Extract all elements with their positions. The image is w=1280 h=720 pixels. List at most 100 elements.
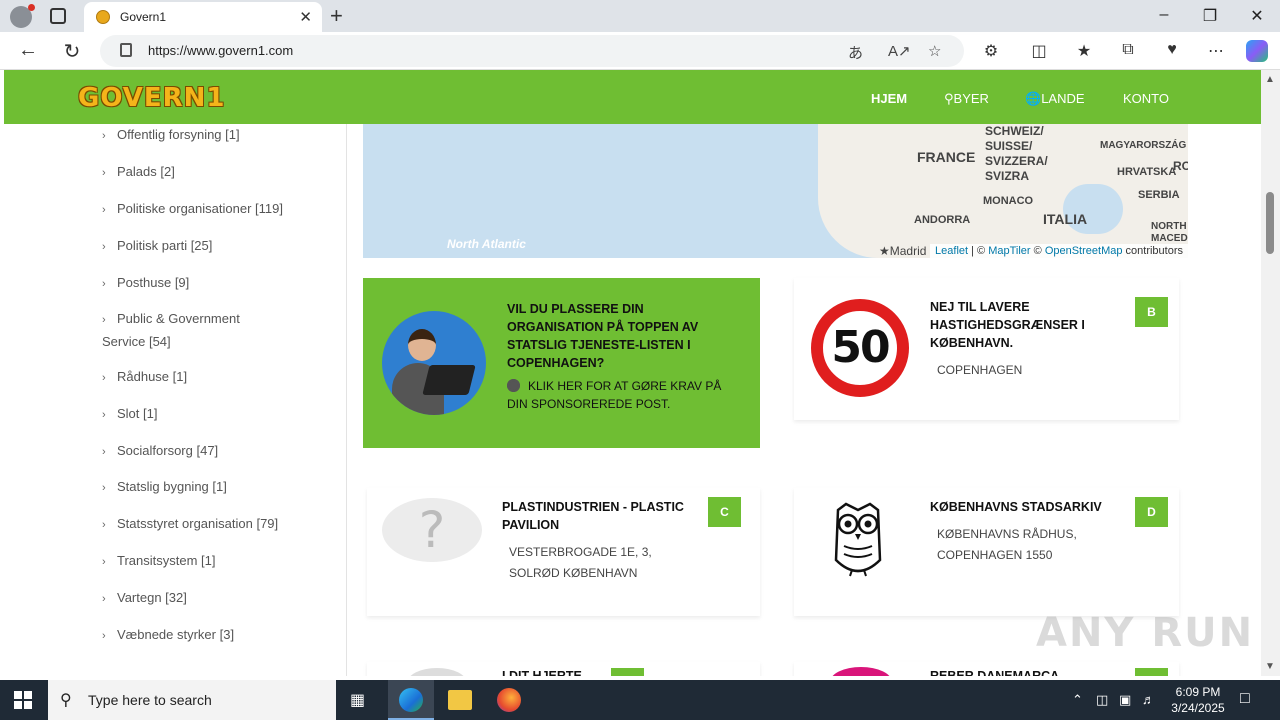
taskbar-clock[interactable]: 6:09 PM 3/24/2025 bbox=[1162, 684, 1234, 716]
listing-title[interactable]: PLASTINDUSTRIEN - PLASTIC PAVILION bbox=[502, 498, 692, 534]
map-label: SERBIA bbox=[1138, 189, 1180, 201]
collections-icon[interactable]: ⧉ bbox=[1116, 41, 1140, 59]
page-scrollbar[interactable]: ▲ ▼ bbox=[1261, 70, 1280, 676]
favorite-star-icon[interactable]: ☆ bbox=[928, 42, 941, 60]
notifications-icon[interactable]: □ bbox=[1240, 690, 1250, 708]
category-item[interactable]: › Politisk parti [25] bbox=[102, 235, 312, 258]
category-sidebar: › Offentlig forsyning [1] › Palads [2] › Po… bbox=[4, 124, 347, 676]
file-explorer-icon[interactable] bbox=[448, 690, 472, 710]
placeholder-image: ? bbox=[382, 498, 482, 562]
url-text[interactable]: https://www.govern1.com bbox=[148, 43, 293, 58]
scroll-up-icon[interactable]: ▲ bbox=[1265, 74, 1275, 85]
site-favicon-icon bbox=[96, 10, 110, 24]
category-item[interactable]: › Slot [1] bbox=[102, 403, 312, 426]
extensions-icon[interactable]: ⚙ bbox=[979, 41, 1003, 61]
promo-claim-link[interactable]: KLIK HER FOR AT GØRE KRAV PÅ DIN SPONSOR… bbox=[507, 377, 727, 413]
listing-title[interactable]: NEJ TIL LAVERE HASTIGHEDSGRÆNSER I KØBEN… bbox=[930, 298, 1110, 352]
taskbar-search[interactable]: ⚲ Type here to search bbox=[48, 680, 336, 720]
listing-card[interactable]: 50 NEJ TIL LAVERE HASTIGHEDSGRÆNSER I KØ… bbox=[794, 278, 1179, 420]
network-icon[interactable]: ▣ bbox=[1119, 692, 1131, 708]
map-label: FRANCE bbox=[917, 149, 976, 165]
chevron-right-icon: › bbox=[102, 519, 106, 531]
translate-icon[interactable]: あ bbox=[848, 42, 863, 63]
category-item[interactable]: › Offentlig forsyning [1] bbox=[102, 124, 312, 147]
window-close-icon[interactable]: ✕ bbox=[1242, 6, 1272, 26]
listing-badge bbox=[611, 668, 644, 676]
category-item[interactable]: › Vartegn [32] bbox=[102, 587, 312, 610]
category-item[interactable]: › Public & Government Service [54] bbox=[102, 308, 262, 352]
tab-actions-icon[interactable] bbox=[50, 8, 66, 24]
back-icon[interactable]: ← bbox=[15, 39, 41, 62]
listing-title[interactable]: REBER DANEMARCA bbox=[930, 667, 1120, 676]
sponsor-promo[interactable]: VIL DU PLASSERE DIN ORGANISATION PÅ TOPP… bbox=[363, 278, 760, 448]
listing-badge: D bbox=[1135, 497, 1168, 527]
read-aloud-icon[interactable]: A↗ bbox=[888, 42, 911, 60]
map-label: NORTH MACEDON bbox=[1151, 221, 1188, 244]
osm-link[interactable]: OpenStreetMap bbox=[1045, 245, 1123, 257]
category-item[interactable]: › Transitsystem [1] bbox=[102, 550, 312, 573]
site-logo[interactable]: GOVERN1 bbox=[78, 83, 226, 113]
map-label: RO bbox=[1173, 159, 1188, 173]
leaflet-link[interactable]: Leaflet bbox=[935, 245, 968, 257]
category-item[interactable]: › Socialforsorg [47] bbox=[102, 440, 312, 463]
tray-chevron-icon[interactable]: ⌃ bbox=[1072, 692, 1083, 708]
map-label: MAGYARORSZÁG bbox=[1100, 140, 1187, 151]
new-tab-icon[interactable]: + bbox=[330, 3, 343, 29]
listing-image bbox=[830, 667, 892, 676]
location-map[interactable]: FRANCE SCHWEIZ/ SUISSE/ SVIZZERA/ SVIZRA… bbox=[363, 124, 1188, 258]
chevron-right-icon: › bbox=[102, 204, 106, 216]
scroll-thumb[interactable] bbox=[1266, 192, 1274, 254]
chevron-right-icon: › bbox=[102, 630, 106, 642]
network-device-icon[interactable]: ◫ bbox=[1096, 692, 1108, 708]
map-label: North Atlantic bbox=[447, 237, 526, 251]
category-item[interactable]: › Statsstyret organisation [79] bbox=[102, 513, 312, 536]
minimize-icon[interactable]: – bbox=[1149, 6, 1179, 24]
listing-badge: B bbox=[1135, 297, 1168, 327]
taskbar-edge[interactable] bbox=[388, 680, 434, 720]
chevron-right-icon: › bbox=[102, 556, 106, 568]
task-view-icon[interactable]: ▦ bbox=[350, 690, 365, 710]
listing-card[interactable]: REBER DANEMARCA bbox=[794, 662, 1179, 676]
taskbar-search-placeholder: Type here to search bbox=[88, 692, 212, 708]
tab-close-icon[interactable]: ✕ bbox=[299, 8, 312, 26]
nav-account[interactable]: KONTO bbox=[1123, 91, 1169, 106]
listing-card[interactable]: KØBENHAVNS STADSARKIV KØBENHAVNS RÅDHUS,… bbox=[794, 488, 1179, 616]
category-item[interactable]: › Statslig bygning [1] bbox=[102, 476, 312, 499]
split-screen-icon[interactable]: ◫ bbox=[1027, 41, 1051, 61]
nav-home[interactable]: HJEM bbox=[871, 91, 907, 106]
address-bar[interactable]: https://www.govern1.com あ A↗ ☆ bbox=[100, 35, 964, 67]
category-item[interactable]: › Palads [2] bbox=[102, 161, 312, 184]
listing-address: COPENHAGEN bbox=[937, 363, 1023, 377]
windows-start-icon[interactable] bbox=[14, 691, 32, 709]
maptiler-link[interactable]: MapTiler bbox=[988, 245, 1030, 257]
listing-address: VESTERBROGADE 1E, 3, SOLRØD KØBENHAVN bbox=[509, 545, 652, 580]
nav-countries[interactable]: 🌐LANDE bbox=[1025, 91, 1085, 107]
chevron-right-icon: › bbox=[102, 278, 106, 290]
restore-icon[interactable]: ❐ bbox=[1195, 6, 1225, 26]
chevron-right-icon: › bbox=[102, 593, 106, 605]
listing-title[interactable]: KØBENHAVNS STADSARKIV bbox=[930, 498, 1120, 516]
firefox-icon[interactable] bbox=[497, 688, 521, 712]
more-menu-icon[interactable]: ⋯ bbox=[1204, 41, 1228, 61]
edge-icon bbox=[399, 688, 423, 712]
browser-essentials-icon[interactable]: ♥ bbox=[1160, 41, 1184, 59]
category-item[interactable]: › Væbnede styrker [3] bbox=[102, 624, 312, 647]
refresh-icon[interactable]: ↻ bbox=[59, 39, 85, 64]
favorites-icon[interactable]: ★ bbox=[1072, 41, 1096, 61]
lock-icon[interactable] bbox=[120, 43, 132, 57]
chevron-right-icon: › bbox=[102, 241, 106, 253]
category-item[interactable]: › Rådhuse [1] bbox=[102, 366, 312, 389]
browser-tab-bar: Govern1 ✕ + – ❐ ✕ bbox=[0, 0, 1280, 32]
scroll-down-icon[interactable]: ▼ bbox=[1265, 661, 1275, 672]
listing-card[interactable]: I DIT HJERTE bbox=[367, 662, 760, 676]
listing-card[interactable]: ? PLASTINDUSTRIEN - PLASTIC PAVILION VES… bbox=[367, 488, 760, 616]
chevron-right-icon: › bbox=[102, 409, 106, 421]
volume-icon[interactable]: ♬ bbox=[1142, 692, 1155, 707]
profile-icon[interactable] bbox=[10, 4, 35, 28]
category-item[interactable]: › Politiske organisationer [119] bbox=[102, 198, 312, 221]
nav-cities[interactable]: ⚲BYER bbox=[944, 91, 989, 107]
copilot-icon[interactable] bbox=[1246, 40, 1268, 62]
browser-tab[interactable]: Govern1 ✕ bbox=[84, 2, 322, 32]
listing-title[interactable]: I DIT HJERTE bbox=[502, 667, 692, 676]
category-item[interactable]: › Posthuse [9] bbox=[102, 272, 312, 295]
